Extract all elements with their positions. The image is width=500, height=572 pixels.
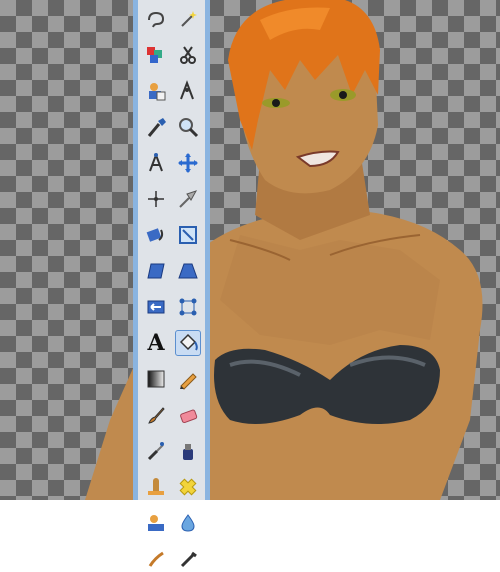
crop-knife-icon[interactable] xyxy=(175,186,201,212)
text-glyph: A xyxy=(147,330,165,356)
character-artwork xyxy=(85,0,483,500)
color-picker-icon[interactable] xyxy=(143,114,169,140)
perspective-clone-icon[interactable] xyxy=(143,510,169,536)
eraser-icon[interactable] xyxy=(175,402,201,428)
smudge-icon[interactable] xyxy=(143,546,169,572)
align-icon[interactable] xyxy=(143,186,169,212)
heal-icon[interactable] xyxy=(175,474,201,500)
foreground-select-icon[interactable] xyxy=(143,78,169,104)
text-tool-icon[interactable]: A xyxy=(143,330,169,356)
blend-gradient-icon[interactable] xyxy=(143,366,169,392)
paintbrush-icon[interactable] xyxy=(143,402,169,428)
flip-icon[interactable] xyxy=(143,294,169,320)
perspective-icon[interactable] xyxy=(175,258,201,284)
move-icon[interactable] xyxy=(175,150,201,176)
scissors-select-icon[interactable] xyxy=(175,42,201,68)
rotate-icon[interactable] xyxy=(143,222,169,248)
pencil-icon[interactable] xyxy=(175,366,201,392)
shear-icon[interactable] xyxy=(143,258,169,284)
bucket-fill-icon[interactable] xyxy=(175,330,201,356)
free-select-lasso-icon[interactable] xyxy=(143,6,169,32)
zoom-icon[interactable] xyxy=(175,114,201,140)
fuzzy-select-wand-icon[interactable] xyxy=(175,6,201,32)
measure-compass-icon[interactable] xyxy=(143,150,169,176)
cage-transform-icon[interactable] xyxy=(175,294,201,320)
blur-drop-icon[interactable] xyxy=(175,510,201,536)
ink-icon[interactable] xyxy=(175,438,201,464)
scale-icon[interactable] xyxy=(175,222,201,248)
airbrush-icon[interactable] xyxy=(143,438,169,464)
paths-icon[interactable] xyxy=(175,78,201,104)
clone-stamp-icon[interactable] xyxy=(143,474,169,500)
toolbox-panel: A xyxy=(133,0,210,568)
dodge-burn-icon[interactable] xyxy=(175,546,201,572)
select-by-color-icon[interactable] xyxy=(143,42,169,68)
